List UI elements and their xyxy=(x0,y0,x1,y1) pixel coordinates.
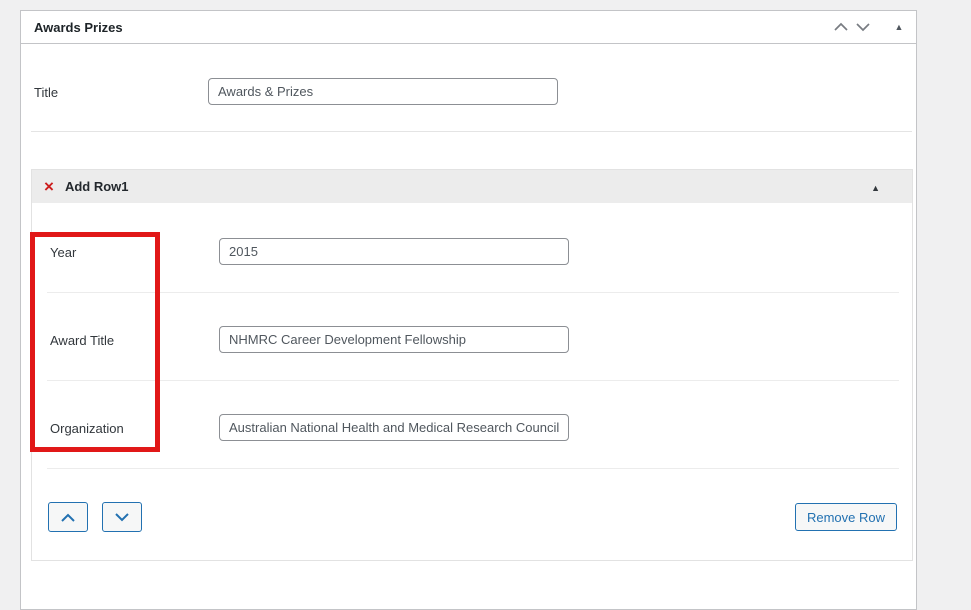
chevron-down-icon xyxy=(114,512,130,523)
row-collapse-toggle-button[interactable]: ▲ xyxy=(871,179,880,194)
organization-input[interactable] xyxy=(219,414,569,441)
title-field-label: Title xyxy=(34,85,58,100)
year-field-label: Year xyxy=(50,245,76,260)
move-up-button[interactable] xyxy=(830,14,852,40)
chevron-up-icon xyxy=(60,512,76,523)
award-title-field-label: Award Title xyxy=(50,333,114,348)
metabox-header: Awards Prizes ▲ xyxy=(21,11,916,44)
organization-field-label: Organization xyxy=(50,421,124,436)
row-group-header: × Add Row1 ▲ xyxy=(32,170,912,203)
repeater-row-group: × Add Row1 ▲ Year Award Title Organizati… xyxy=(31,169,913,561)
page-background: { "metabox": { "title": "Awards Prizes" … xyxy=(0,0,971,574)
award-title-input[interactable] xyxy=(219,326,569,353)
divider xyxy=(47,380,899,381)
title-input[interactable] xyxy=(208,78,558,105)
row-move-up-button[interactable] xyxy=(48,502,88,532)
triangle-up-icon: ▲ xyxy=(871,183,880,193)
row-move-down-button[interactable] xyxy=(102,502,142,532)
chevron-up-icon xyxy=(834,22,848,32)
triangle-up-icon: ▲ xyxy=(895,23,904,32)
delete-row-x-icon[interactable]: × xyxy=(44,178,54,195)
divider xyxy=(47,292,899,293)
awards-prizes-metabox: Awards Prizes ▲ Title × Add Row1 ▲ Year xyxy=(20,10,917,610)
year-input[interactable] xyxy=(219,238,569,265)
divider xyxy=(31,131,912,132)
metabox-title: Awards Prizes xyxy=(34,20,830,35)
row-group-title: Add Row1 xyxy=(65,179,129,194)
collapse-toggle-button[interactable]: ▲ xyxy=(888,14,910,40)
move-down-button[interactable] xyxy=(852,14,874,40)
chevron-down-icon xyxy=(856,22,870,32)
remove-row-button[interactable]: Remove Row xyxy=(795,503,897,531)
divider xyxy=(47,468,899,469)
